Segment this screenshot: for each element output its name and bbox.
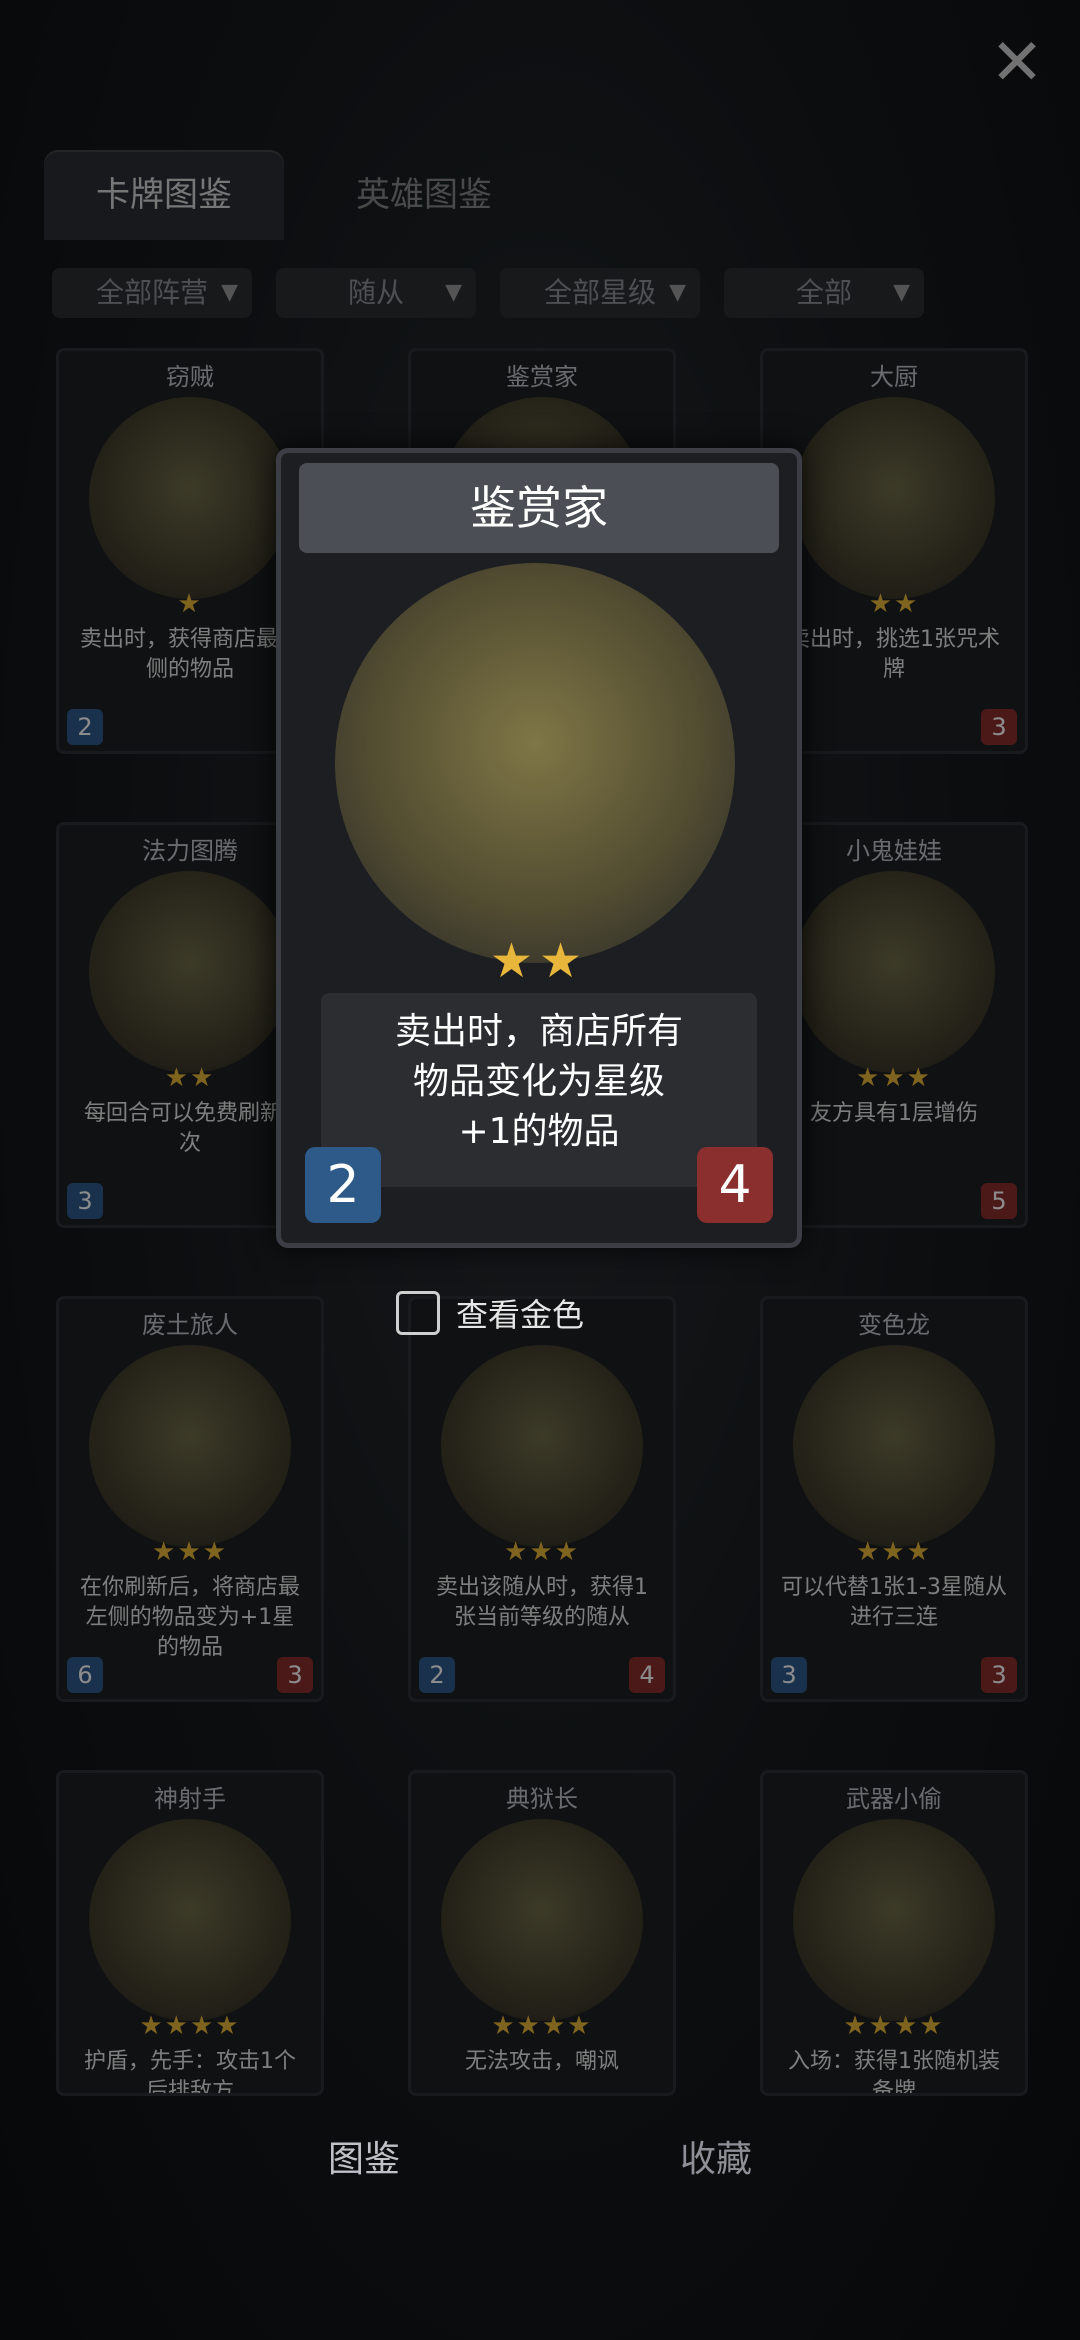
card-detail-modal: 鉴赏家 ★★ 卖出时，商店所有 物品变化为星级 +1的物品 2 4 bbox=[276, 448, 802, 1248]
health-badge: 4 bbox=[697, 1147, 773, 1223]
modal-title: 鉴赏家 bbox=[299, 463, 779, 553]
modal-portrait bbox=[335, 563, 735, 963]
tab-codex[interactable]: 图鉴 bbox=[328, 2130, 400, 2210]
modal-desc-line-2: 物品变化为星级 bbox=[412, 1061, 665, 1102]
modal-stars: ★★ bbox=[489, 933, 589, 989]
modal-desc: 卖出时，商店所有 物品变化为星级 +1的物品 bbox=[321, 993, 757, 1187]
bottom-nav: 图鉴 收藏 bbox=[0, 2130, 1080, 2210]
attack-badge: 2 bbox=[305, 1147, 381, 1223]
gold-checkbox[interactable] bbox=[396, 1291, 440, 1335]
modal-desc-line-3: +1的物品 bbox=[458, 1111, 620, 1152]
gold-toggle-label: 查看金色 bbox=[456, 1296, 585, 1334]
gold-toggle[interactable]: 查看金色 bbox=[396, 1290, 584, 1336]
tab-collection[interactable]: 收藏 bbox=[680, 2130, 752, 2210]
modal-desc-line-1: 卖出时，商店所有 bbox=[394, 1011, 683, 1052]
